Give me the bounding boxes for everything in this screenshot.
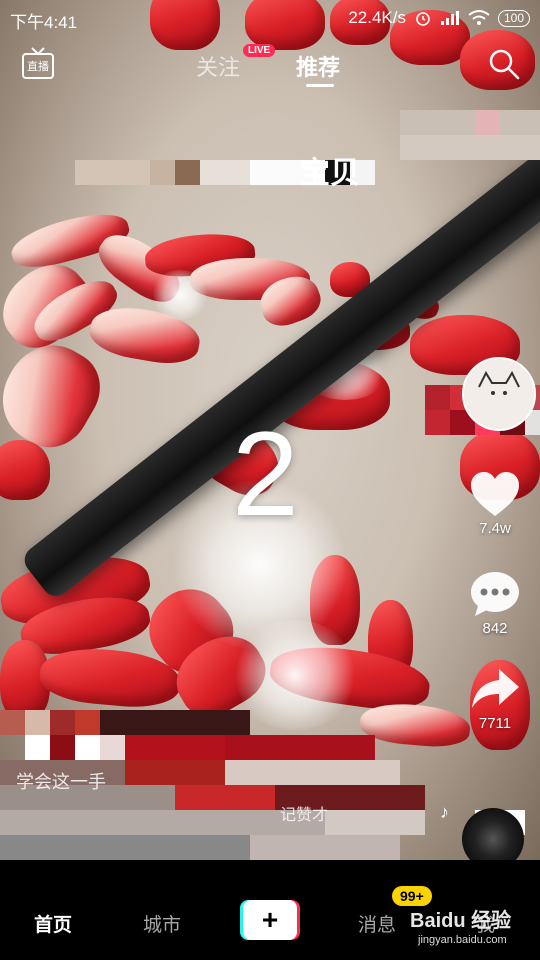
comment-count: 842 (482, 620, 508, 637)
comment-icon (471, 572, 519, 616)
nav-home[interactable]: 首页 (34, 910, 72, 937)
live-badge: LIVE (243, 44, 276, 57)
action-rail: 7.4w 842 7711 (450, 0, 540, 870)
heart-icon (471, 472, 519, 516)
status-time: 下午4:41 (10, 13, 78, 32)
tab-follow[interactable]: 关注 (196, 50, 240, 82)
video-description[interactable]: 学会这一手 (16, 768, 106, 794)
nav-city[interactable]: 城市 (143, 910, 181, 937)
nav-messages[interactable]: 消息 (358, 910, 396, 937)
author-avatar[interactable] (462, 357, 536, 431)
like-button[interactable]: 7.4w (450, 470, 540, 537)
video-feed-screen: 2 宝贝 学会这一手 记赞才 ♪ 下午4:41 22.4K/s 100 直播 关… (0, 0, 540, 960)
share-count: 7711 (478, 715, 512, 732)
video-description-extra: 记赞才 (280, 807, 329, 824)
watermark-url: jingyan.baidu.com (418, 934, 507, 946)
countdown-number: 2 (232, 407, 299, 541)
active-tab-indicator (306, 84, 334, 87)
sugar-pile (150, 270, 210, 320)
baidu-watermark: Baidu 经验 jingyan.baidu.com (410, 898, 538, 954)
comment-button[interactable]: 842 (450, 570, 540, 637)
network-speed: 22.4K/s (348, 8, 406, 27)
alarm-icon (416, 12, 430, 26)
share-icon (472, 669, 519, 708)
tab-recommend[interactable]: 推荐 (296, 50, 340, 82)
plus-icon: + (243, 900, 297, 940)
music-note-icon: ♪ (440, 802, 449, 822)
like-count: 7.4w (479, 520, 511, 537)
watermark-logo: Baidu 经验 (410, 910, 512, 932)
video-overlay-caption: 宝贝 (300, 157, 360, 190)
create-video-button[interactable]: + (240, 900, 300, 940)
avatar-image (464, 359, 534, 429)
strawberry-slice (0, 440, 50, 500)
share-button[interactable]: 7711 (450, 665, 540, 732)
